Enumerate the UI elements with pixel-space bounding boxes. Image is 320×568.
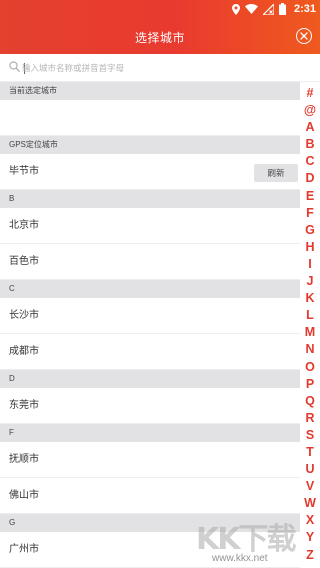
section-header-f: F	[0, 424, 300, 442]
index-letter[interactable]: B	[300, 136, 320, 153]
city-row[interactable]: 抚顺市	[0, 442, 300, 478]
search-input[interactable]	[22, 59, 302, 77]
index-letter[interactable]: P	[300, 376, 320, 393]
index-letter[interactable]: Q	[300, 393, 320, 410]
search-bar	[0, 54, 320, 82]
status-icons: 2:31	[231, 1, 316, 17]
index-letter[interactable]: T	[300, 444, 320, 461]
index-letter[interactable]: C	[300, 153, 320, 170]
index-letter[interactable]: I	[300, 256, 320, 273]
section-header-b: B	[0, 190, 300, 208]
close-button[interactable]	[296, 28, 312, 44]
city-row[interactable]: 东莞市	[0, 388, 300, 424]
current-city-row	[0, 100, 300, 136]
status-bar: 2:31	[0, 0, 320, 18]
index-letter[interactable]: D	[300, 170, 320, 187]
index-letter[interactable]: F	[300, 205, 320, 222]
index-letter[interactable]: R	[300, 410, 320, 427]
index-letter[interactable]: @	[300, 102, 320, 119]
section-header-gps: GPS定位城市	[0, 136, 300, 154]
city-row[interactable]: 百色市	[0, 244, 300, 280]
index-letter[interactable]: V	[300, 478, 320, 495]
city-name: 毕节市	[9, 166, 39, 177]
search-icon	[9, 61, 20, 72]
index-letter[interactable]: E	[300, 188, 320, 205]
index-letter[interactable]: J	[300, 273, 320, 290]
city-picker-screen: 2:31 选择城市 当前选定城市 GPS定位城市 毕节市 刷新 B 北京市 百色…	[0, 0, 320, 568]
index-letter[interactable]: #	[300, 85, 320, 102]
section-header-c: C	[0, 280, 300, 298]
alphabet-index-bar[interactable]: # @ A B C D E F G H I J K L M N O P Q R S T U V W X Y Z	[300, 85, 320, 564]
city-row[interactable]: 长沙市	[0, 298, 300, 334]
city-list[interactable]: 当前选定城市 GPS定位城市 毕节市 刷新 B 北京市 百色市 C 长沙市 成都…	[0, 82, 300, 568]
index-letter[interactable]: G	[300, 222, 320, 239]
no-signal-icon	[262, 3, 274, 15]
index-letter[interactable]: L	[300, 307, 320, 324]
clock: 2:31	[293, 3, 316, 15]
index-letter[interactable]: K	[300, 290, 320, 307]
header-bar: 选择城市	[0, 18, 320, 54]
city-row[interactable]: 北京市	[0, 208, 300, 244]
index-letter[interactable]: N	[300, 341, 320, 358]
index-letter[interactable]: S	[300, 427, 320, 444]
gps-city-row[interactable]: 毕节市 刷新	[0, 154, 300, 190]
watermark-logo: KK下载	[196, 522, 296, 557]
refresh-button[interactable]: 刷新	[254, 164, 298, 182]
city-row[interactable]: 成都市	[0, 334, 300, 370]
battery-icon	[278, 3, 286, 15]
watermark: KK下载 www.kkx.net	[196, 506, 320, 568]
index-letter[interactable]: M	[300, 324, 320, 341]
index-letter[interactable]: U	[300, 461, 320, 478]
page-title: 选择城市	[134, 31, 185, 45]
location-icon	[231, 3, 240, 15]
index-letter[interactable]: A	[300, 119, 320, 136]
index-letter[interactable]: H	[300, 239, 320, 256]
watermark-url: www.kkx.net	[212, 553, 268, 564]
close-icon	[300, 32, 308, 40]
index-letter[interactable]: O	[300, 359, 320, 376]
section-header-d: D	[0, 370, 300, 388]
section-header-current: 当前选定城市	[0, 82, 300, 100]
wifi-icon	[244, 4, 258, 14]
